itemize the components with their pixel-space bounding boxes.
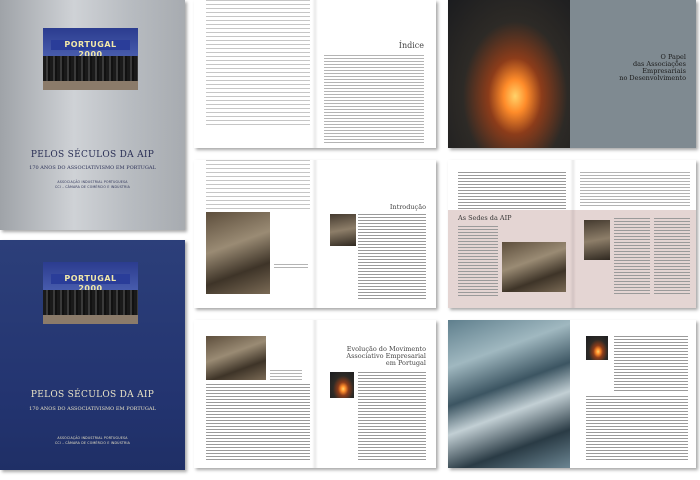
building-drawing (502, 242, 566, 292)
body-text (358, 372, 426, 462)
cover-subtitle: 170 ANOS DO ASSOCIATIVISMO EM PORTUGAL (29, 165, 156, 171)
body-text (458, 172, 566, 214)
body-text (458, 226, 498, 296)
body-text (586, 396, 688, 462)
cover-subtitle: 170 ANOS DO ASSOCIATIVISMO EM PORTUGAL (29, 406, 156, 412)
small-photo (586, 336, 608, 360)
cover-blue: PORTUGAL 2000 PELOS SÉCULOS DA AIP 170 A… (0, 240, 185, 470)
papel-title-line4: no Desenvolvimento (619, 74, 686, 82)
caption (274, 264, 308, 270)
spread-evolucao: Evolução do Movimento Associativo Empres… (194, 320, 436, 468)
body-text (614, 218, 650, 294)
cover-title: PELOS SÉCULOS DA AIP (30, 150, 155, 160)
building-photo (584, 220, 610, 260)
spread-sedes: As Sedes da AIP (448, 160, 696, 308)
introducao-title: Introdução (389, 203, 426, 211)
spread-papel: O Papel das Associações Empresariais no … (448, 0, 696, 148)
cover-photo: PORTUGAL 2000 (43, 262, 138, 324)
cover-assoc-line2: CCI – CÂMARA DE COMÉRCIO E INDÚSTRIA (55, 441, 130, 445)
ruled-lines (206, 160, 310, 210)
ruled-lines (206, 0, 310, 128)
cover-photo: PORTUGAL 2000 (43, 28, 138, 90)
index-title: Índice (398, 41, 424, 50)
spread-industry (448, 320, 696, 468)
body-text (614, 336, 688, 392)
machine-photo (330, 372, 354, 398)
caption (270, 370, 302, 380)
cover-assoc-line2: CCI – CÂMARA DE COMÉRCIO E INDÚSTRIA (55, 185, 130, 189)
evolucao-title-line3: em Portugal (385, 359, 426, 367)
workshop-photo (206, 336, 266, 380)
factory-photo (206, 212, 270, 294)
cover-assoc-line1: ASSOCIAÇÃO INDUSTRIAL PORTUGUESA (57, 436, 128, 440)
cover-title: PELOS SÉCULOS DA AIP (30, 390, 155, 400)
photo-banner: PORTUGAL 2000 (51, 40, 130, 59)
sedes-title: As Sedes da AIP (458, 214, 512, 222)
portrait-photo (330, 214, 356, 246)
spread-introducao: Introdução (194, 160, 436, 308)
spread-index: Índice (194, 0, 436, 148)
cover-assoc-line1: ASSOCIAÇÃO INDUSTRIAL PORTUGUESA (57, 180, 128, 184)
cover-silver: PORTUGAL 2000 PELOS SÉCULOS DA AIP 170 A… (0, 0, 185, 230)
steel-mill-photo (448, 0, 570, 148)
index-entries (324, 55, 424, 145)
plant-photo (448, 320, 570, 468)
body-text (358, 214, 426, 300)
photo-banner: PORTUGAL 2000 (51, 274, 130, 293)
body-text (580, 172, 690, 206)
body-text (206, 384, 310, 460)
body-text (654, 218, 690, 294)
